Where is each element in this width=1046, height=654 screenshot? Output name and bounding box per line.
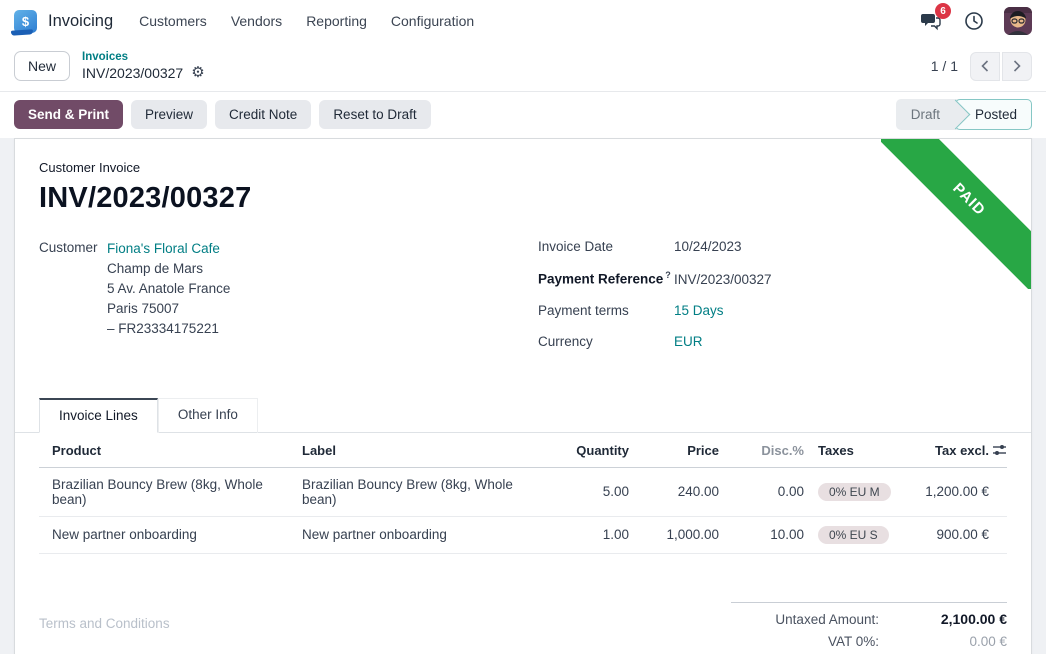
- invoice-sheet: PAID Customer Invoice INV/2023/00327 Cus…: [14, 138, 1032, 654]
- untaxed-amount-value: 2,100.00 €: [879, 611, 1007, 627]
- line-price-cell[interactable]: 1,000.00: [629, 518, 719, 551]
- customer-name-link[interactable]: Fiona's Floral Cafe: [107, 239, 230, 259]
- line-subtotal-cell: 1,200.00 €: [914, 475, 989, 508]
- line-label-cell[interactable]: Brazilian Bouncy Brew (8kg, Whole bean): [289, 468, 551, 516]
- invoice-date-label: Invoice Date: [538, 239, 674, 254]
- invoice-number-title: INV/2023/00327: [39, 182, 1007, 215]
- notebook-tabs: Invoice Lines Other Info: [15, 397, 1031, 433]
- user-avatar[interactable]: [1004, 7, 1032, 35]
- column-header-quantity: Quantity: [551, 433, 629, 467]
- sheet-footer: Terms and Conditions Untaxed Amount: 2,1…: [15, 602, 1031, 654]
- messages-count-badge: 6: [935, 3, 951, 19]
- breadcrumb-invoices-link[interactable]: Invoices: [82, 51, 205, 64]
- sliders-icon: [992, 443, 1007, 457]
- status-posted[interactable]: Posted: [955, 99, 1032, 130]
- payment-terms-label: Payment terms: [538, 303, 674, 318]
- tab-invoice-lines[interactable]: Invoice Lines: [39, 398, 158, 433]
- line-taxes-cell[interactable]: 0% EU M: [804, 474, 914, 510]
- payment-terms-value[interactable]: 15 Days: [674, 303, 724, 318]
- line-quantity-cell[interactable]: 1.00: [551, 518, 629, 551]
- breadcrumb-current-record: INV/2023/00327: [82, 65, 183, 81]
- reset-to-draft-button[interactable]: Reset to Draft: [319, 100, 430, 129]
- nav-menu-configuration[interactable]: Configuration: [389, 9, 476, 33]
- app-logo-glyph: $: [22, 14, 29, 29]
- vat-value: 0.00 €: [879, 634, 1007, 649]
- line-label-cell[interactable]: New partner onboarding: [289, 518, 551, 551]
- app-name[interactable]: Invoicing: [48, 12, 113, 31]
- chevron-left-icon: [980, 60, 990, 72]
- pager-previous-button[interactable]: [970, 52, 1000, 81]
- nav-menu-vendors[interactable]: Vendors: [229, 9, 284, 33]
- untaxed-amount-label: Untaxed Amount:: [775, 612, 879, 627]
- nav-menus: Customers Vendors Reporting Configuratio…: [137, 9, 476, 33]
- currency-label: Currency: [538, 334, 674, 349]
- table-row: Brazilian Bouncy Brew (8kg, Whole bean) …: [39, 468, 1007, 517]
- form-statusbar: Send & Print Preview Credit Note Reset t…: [0, 92, 1046, 138]
- control-panel: New Invoices INV/2023/00327 ⚙ 1 / 1: [0, 42, 1046, 92]
- address-line: Paris 75007: [107, 299, 230, 319]
- column-header-label: Label: [289, 433, 551, 467]
- line-quantity-cell[interactable]: 5.00: [551, 475, 629, 508]
- payment-reference-value[interactable]: INV/2023/00327: [674, 272, 772, 287]
- column-header-product: Product: [39, 433, 289, 467]
- avatar-image: [1004, 7, 1032, 35]
- status-posted-label: Posted: [975, 107, 1017, 122]
- table-row: New partner onboarding New partner onboa…: [39, 517, 1007, 554]
- column-header-price: Price: [629, 433, 719, 467]
- credit-note-button[interactable]: Credit Note: [215, 100, 311, 129]
- address-line: Champ de Mars: [107, 259, 230, 279]
- pager-next-button[interactable]: [1002, 52, 1032, 81]
- invoice-lines-table: Product Label Quantity Price Disc.% Taxe…: [15, 433, 1031, 554]
- clock-icon: [964, 11, 984, 31]
- form-view-background: PAID Customer Invoice INV/2023/00327 Cus…: [0, 138, 1046, 654]
- nav-menu-customers[interactable]: Customers: [137, 9, 209, 33]
- line-price-cell[interactable]: 240.00: [629, 475, 719, 508]
- line-discount-cell[interactable]: 0.00: [719, 475, 804, 508]
- send-print-button[interactable]: Send & Print: [14, 100, 123, 129]
- invoice-fields: Customer Fiona's Floral Cafe Champ de Ma…: [39, 239, 1007, 365]
- table-header-row: Product Label Quantity Price Disc.% Taxe…: [39, 433, 1007, 468]
- currency-value[interactable]: EUR: [674, 334, 703, 349]
- line-taxes-cell[interactable]: 0% EU S: [804, 517, 914, 553]
- vat-label: VAT 0%:: [828, 634, 879, 649]
- terms-placeholder[interactable]: Terms and Conditions: [39, 602, 170, 654]
- customer-address: Champ de Mars 5 Av. Anatole France Paris…: [107, 259, 230, 339]
- gear-icon[interactable]: ⚙: [191, 65, 204, 80]
- nav-menu-reporting[interactable]: Reporting: [304, 9, 369, 33]
- document-type-label: Customer Invoice: [39, 160, 1007, 175]
- line-discount-cell[interactable]: 10.00: [719, 518, 804, 551]
- tab-other-info[interactable]: Other Info: [158, 398, 258, 433]
- status-widget: Draft Posted: [896, 99, 1032, 130]
- line-product-link[interactable]: Brazilian Bouncy Brew (8kg, Whole bean): [39, 468, 289, 516]
- totals-block: Untaxed Amount: 2,100.00 € VAT 0%: 0.00 …: [731, 602, 1007, 654]
- line-subtotal-cell: 900.00 €: [914, 518, 989, 551]
- messages-icon[interactable]: 6: [918, 9, 944, 33]
- column-header-taxes: Taxes: [804, 433, 914, 467]
- top-navbar: $ Invoicing Customers Vendors Reporting …: [0, 0, 1046, 42]
- activities-clock-icon[interactable]: [961, 9, 987, 33]
- breadcrumb: Invoices INV/2023/00327 ⚙: [82, 51, 205, 80]
- column-header-subtotal: Tax excl.: [914, 433, 989, 467]
- customer-field-label: Customer: [39, 239, 107, 365]
- pager-counter: 1 / 1: [931, 58, 958, 74]
- column-header-discount: Disc.%: [719, 433, 804, 467]
- record-pager: 1 / 1: [931, 52, 1032, 81]
- systray: 6: [918, 7, 1032, 35]
- tax-tag: 0% EU S: [818, 526, 889, 544]
- line-product-link[interactable]: New partner onboarding: [39, 518, 289, 551]
- preview-button[interactable]: Preview: [131, 100, 207, 129]
- status-arrow-shape: [941, 100, 971, 130]
- app-logo-icon[interactable]: $: [14, 10, 37, 33]
- help-icon: ?: [665, 270, 671, 280]
- optional-columns-icon[interactable]: [989, 433, 1007, 466]
- address-line: – FR23334175221: [107, 319, 230, 339]
- payment-reference-label: Payment Reference?: [538, 270, 674, 287]
- invoice-date-value[interactable]: 10/24/2023: [674, 239, 742, 254]
- tax-tag: 0% EU M: [818, 483, 891, 501]
- new-button[interactable]: New: [14, 51, 70, 81]
- chevron-right-icon: [1012, 60, 1022, 72]
- address-line: 5 Av. Anatole France: [107, 279, 230, 299]
